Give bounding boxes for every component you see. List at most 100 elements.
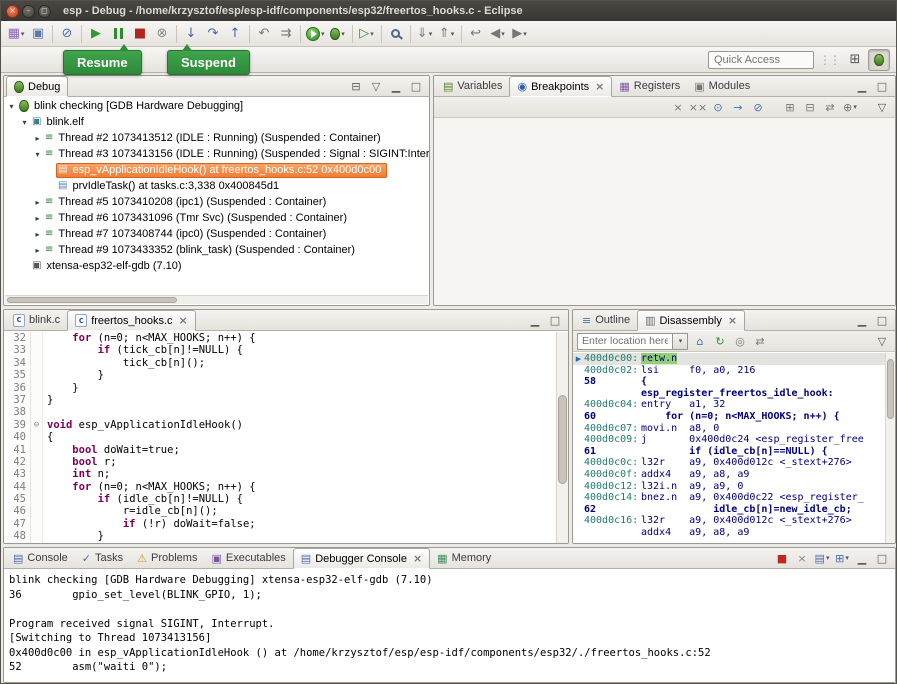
view-menu-button[interactable]: ▽ [367, 78, 385, 95]
tree-item[interactable]: ▸≡Thread #7 1073408744 (ipc0) (Suspended… [4, 226, 429, 242]
step-return-button[interactable]: ↑ [224, 23, 246, 45]
view-menu-button[interactable]: ▽ [873, 99, 891, 116]
tree-item[interactable]: ▤esp_vApplicationIdleHook() at freertos_… [4, 162, 429, 178]
debug-perspective-button[interactable] [868, 49, 890, 71]
tab-problems[interactable]: ⚠Problems [130, 548, 204, 568]
open-console-button[interactable]: ⊞▾ [833, 550, 851, 567]
debug-tree[interactable]: ▾blink checking [GDB Hardware Debugging]… [4, 98, 429, 294]
expand-arrow-icon[interactable]: ▸ [32, 198, 43, 207]
last-edit-location-button[interactable]: ↩ [465, 23, 487, 45]
window-maximize-button[interactable]: ◻ [38, 5, 51, 18]
show-breakpoints-for-selection-button[interactable]: ⊙ [709, 99, 727, 116]
remove-launch-button[interactable]: × [793, 550, 811, 567]
go-to-file-for-breakpoint-button[interactable]: → [729, 99, 747, 116]
minimize-button[interactable]: ▁ [526, 312, 544, 329]
tree-item[interactable]: ▣xtensa-esp32-elf-gdb (7.10) [4, 258, 429, 274]
maximize-button[interactable]: □ [407, 78, 425, 95]
terminate-button[interactable]: ■ [129, 23, 151, 45]
tree-item[interactable]: ▾≡Thread #3 1073413156 (IDLE : Running) … [4, 146, 429, 162]
minimize-button[interactable]: ▁ [853, 550, 871, 567]
previous-annotation-button[interactable]: ⇑▾ [436, 23, 458, 45]
editor-content[interactable]: 32 for (n=0; n<MAX_HOOKS; n++) {33 if (t… [4, 332, 556, 543]
tree-item[interactable]: ▸≡Thread #2 1073413512 (IDLE : Running) … [4, 130, 429, 146]
open-perspective-button[interactable]: ⊞ [844, 49, 866, 71]
close-tab-icon[interactable]: × [728, 314, 737, 327]
view-menu-button[interactable]: ▽ [873, 333, 891, 350]
maximize-button[interactable]: □ [546, 312, 564, 329]
tab-tasks[interactable]: ✓Tasks [75, 548, 130, 568]
debug-horizontal-scrollbar[interactable] [5, 295, 428, 304]
remove-selected-breakpoints-button[interactable]: × [669, 99, 687, 116]
forward-button[interactable]: ▶▾ [509, 23, 531, 45]
suspend-button[interactable] [107, 23, 129, 45]
pin-button[interactable]: ◎ [731, 333, 749, 350]
next-annotation-button[interactable]: ⇓▾ [414, 23, 436, 45]
debug-button[interactable]: ▾ [327, 23, 349, 45]
save-button[interactable]: ▣ [27, 23, 49, 45]
instruction-stepping-mode-button[interactable]: ⇉ [275, 23, 297, 45]
tab-debug[interactable]: Debug [6, 76, 68, 97]
expand-arrow-icon[interactable]: ▸ [32, 214, 43, 223]
tab-console[interactable]: ▤Console [6, 548, 75, 568]
quick-access-input[interactable] [708, 51, 814, 69]
tab-registers[interactable]: ▦Registers [612, 76, 687, 96]
tree-item[interactable]: ▾▣blink.elf [4, 114, 429, 130]
editor-vertical-scrollbar[interactable] [556, 332, 568, 543]
collapse-all-button[interactable]: ⊟ [801, 99, 819, 116]
expand-arrow-icon[interactable]: ▾ [32, 150, 43, 159]
tree-item[interactable]: ▸≡Thread #5 1073410208 (ipc1) (Suspended… [4, 194, 429, 210]
disconnect-button[interactable]: ⊗ [151, 23, 173, 45]
link-with-debug-view-button[interactable]: ⇄ [821, 99, 839, 116]
drop-to-frame-button[interactable]: ↶ [253, 23, 275, 45]
new-wizard-button[interactable]: ▦▾ [5, 23, 27, 45]
tree-item[interactable]: ▤prvIdleTask() at tasks.c:3,338 0x400845… [4, 178, 429, 194]
expand-all-button[interactable]: ⊞ [781, 99, 799, 116]
expand-arrow-icon[interactable]: ▾ [19, 118, 30, 127]
tab-debugger-console[interactable]: ▤Debugger Console× [293, 548, 430, 569]
disassembly-content[interactable]: ▶400d0c00:retw.n400d0c02:lsi f0, a0, 216… [573, 353, 885, 543]
close-tab-icon[interactable]: × [179, 314, 188, 327]
tree-item[interactable]: ▸≡Thread #9 1073433352 (blink_task) (Sus… [4, 242, 429, 258]
expand-arrow-icon[interactable]: ▸ [32, 134, 43, 143]
tab-disassembly[interactable]: ▥Disassembly× [637, 310, 745, 331]
maximize-button[interactable]: □ [873, 78, 891, 95]
maximize-button[interactable]: □ [873, 312, 891, 329]
fold-marker-icon[interactable]: ⊖ [30, 419, 43, 431]
terminate-button[interactable]: ■ [773, 550, 791, 567]
step-into-button[interactable]: ↓ [180, 23, 202, 45]
external-tools-button[interactable]: ▷▾ [356, 23, 378, 45]
window-minimize-button[interactable]: – [22, 5, 35, 18]
tab-blink-c[interactable]: cblink.c [6, 310, 67, 330]
maximize-button[interactable]: □ [873, 550, 891, 567]
skip-all-breakpoints-button[interactable]: ⊘ [56, 23, 78, 45]
close-tab-icon[interactable]: × [595, 80, 604, 93]
tree-item[interactable]: ▸≡Thread #6 1073431096 (Tmr Svc) (Suspen… [4, 210, 429, 226]
search-button[interactable] [385, 23, 407, 45]
home-button[interactable]: ⌂ [691, 333, 709, 350]
tab-executables[interactable]: ▣Executables [204, 548, 292, 568]
step-over-button[interactable]: ↷ [202, 23, 224, 45]
minimize-button[interactable]: ▁ [853, 312, 871, 329]
expand-arrow-icon[interactable]: ▾ [6, 102, 17, 111]
close-tab-icon[interactable]: × [413, 552, 422, 565]
tab-variables[interactable]: ▤Variables [436, 76, 509, 96]
tab-freertos-hooks-c[interactable]: cfreertos_hooks.c× [67, 310, 196, 331]
scrollbar-thumb[interactable] [558, 395, 567, 484]
minimize-button[interactable]: ▁ [853, 78, 871, 95]
tab-outline[interactable]: ≡Outline [575, 310, 637, 330]
location-dropdown-button[interactable]: ▾ [673, 333, 688, 350]
location-input[interactable] [577, 333, 673, 350]
resume-button[interactable]: ▶ [85, 23, 107, 45]
remove-all-breakpoints-button[interactable]: ×× [689, 99, 707, 116]
tab-breakpoints[interactable]: ◉Breakpoints× [509, 76, 612, 97]
scrollbar-thumb[interactable] [7, 297, 177, 303]
run-button[interactable]: ▾ [304, 23, 327, 45]
expand-arrow-icon[interactable]: ▸ [32, 246, 43, 255]
display-selected-console-button[interactable]: ▤▾ [813, 550, 831, 567]
tree-item[interactable]: ▾blink checking [GDB Hardware Debugging] [4, 98, 429, 114]
tab-memory[interactable]: ▦Memory [430, 548, 498, 568]
back-button[interactable]: ◀▾ [487, 23, 509, 45]
add-breakpoint-button[interactable]: ⊕▾ [841, 99, 859, 116]
disassembly-vertical-scrollbar[interactable] [885, 353, 895, 543]
window-close-button[interactable]: × [6, 5, 19, 18]
